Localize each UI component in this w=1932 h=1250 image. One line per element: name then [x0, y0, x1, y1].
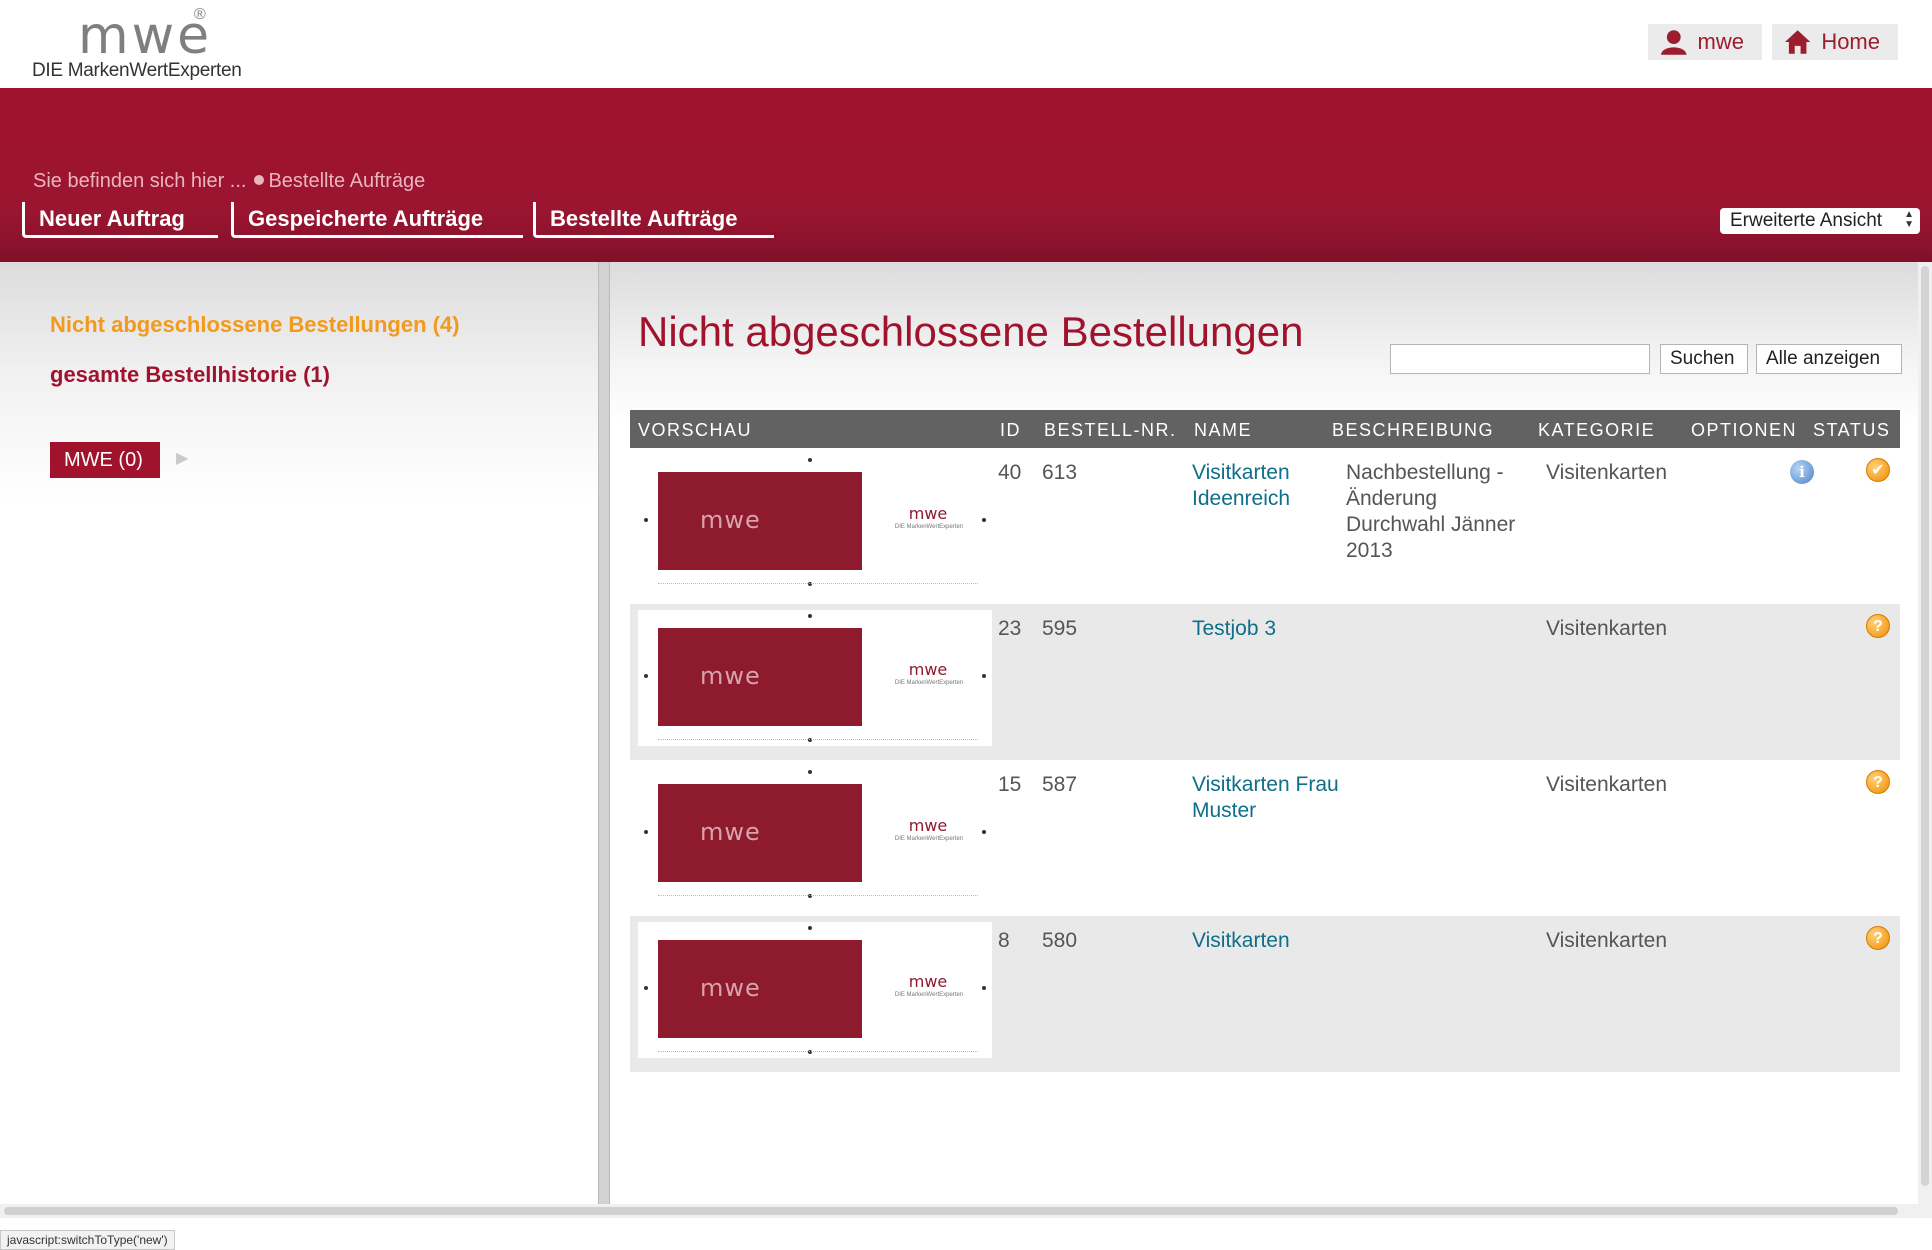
view-mode-value: Erweiterte Ansicht [1730, 210, 1883, 231]
check-circle-icon: ✔ [1866, 458, 1890, 482]
card-back-tagline: DIE MarkenWertExperten [894, 524, 964, 530]
select-arrows-icon: ▲ ▼ [1904, 209, 1914, 230]
cell-order-nr: 580 [1042, 929, 1078, 952]
card-back-logo: mwe [908, 660, 948, 679]
breadcrumb: Sie befinden sich hier ... Bestellte Auft… [33, 170, 425, 193]
user-button[interactable]: mwe [1648, 24, 1762, 60]
cell-category: Visitenkarten [1546, 773, 1668, 796]
breadcrumb-separator-icon [254, 175, 265, 185]
column-header-category: KATEGORIE [1538, 420, 1656, 440]
table-row[interactable]: mwe mwe DIE MarkenWertExperten 23 595 Te… [630, 604, 1900, 760]
show-all-button[interactable]: Alle anzeigen [1756, 344, 1902, 374]
cell-category: Visitenkarten [1546, 617, 1668, 640]
cell-id: 40 [998, 461, 1022, 484]
card-back-tagline: DIE MarkenWertExperten [894, 836, 964, 842]
client-filter-chip[interactable]: MWE (0) [50, 442, 160, 478]
business-card-preview[interactable]: mwe mwe DIE MarkenWertExperten [638, 766, 992, 902]
card-back-logo: mwe [908, 972, 948, 991]
question-circle-icon: ? [1866, 614, 1890, 638]
pane-splitter[interactable] [598, 262, 610, 1204]
vertical-scrollbar[interactable] [1918, 262, 1932, 1204]
navigation-band: Sie befinden sich hier ... Bestellte Auft… [0, 88, 1932, 262]
cell-description: Nachbestellung - Änderung Durchwahl Jänn… [1346, 461, 1516, 562]
scrollbar-thumb[interactable] [4, 1207, 1898, 1215]
cell-order-nr: 587 [1042, 773, 1078, 796]
card-front: mwe [658, 628, 862, 726]
card-logo: mwe [700, 818, 761, 846]
logo-tagline: DIE MarkenWertExperten [32, 60, 242, 81]
cell-name-link[interactable]: Testjob 3 [1192, 616, 1342, 642]
card-logo: mwe [700, 662, 761, 690]
column-header-id: ID [1000, 420, 1021, 440]
cell-id: 8 [998, 929, 1010, 952]
tab-saved-orders[interactable]: Gespeicherte Aufträge [231, 202, 523, 238]
logo-mark: mwe [78, 6, 213, 66]
horizontal-scrollbar[interactable] [0, 1204, 1932, 1218]
cell-name-link[interactable]: Visitkarten Frau Muster [1192, 772, 1342, 824]
tab-ordered-jobs[interactable]: Bestellte Aufträge [533, 202, 774, 238]
column-header-status: STATUS [1813, 420, 1891, 440]
card-back-logo: mwe [908, 504, 948, 523]
table-row[interactable]: mwe mwe DIE MarkenWertExperten 8 580 Vis… [630, 916, 1900, 1072]
cell-id: 23 [998, 617, 1022, 640]
home-icon [1784, 30, 1811, 54]
view-mode-select[interactable]: Erweiterte Ansicht ▲ ▼ [1720, 208, 1920, 234]
sidebar: Nicht abgeschlossene Bestellungen (4) ge… [0, 262, 598, 1204]
table-row[interactable]: mwe mwe DIE MarkenWertExperten 15 587 Vi… [630, 760, 1900, 916]
logo: mwe ® DIE MarkenWertExperten [30, 6, 250, 82]
card-back-logo: mwe [908, 816, 948, 835]
tab-new-order[interactable]: Neuer Auftrag [22, 202, 218, 238]
search-button[interactable]: Suchen [1660, 344, 1748, 374]
column-header-name: NAME [1194, 420, 1253, 440]
card-front: mwe [658, 472, 862, 570]
sidebar-link-order-history[interactable]: gesamte Bestellhistorie (1) [50, 362, 330, 388]
column-header-description: BESCHREIBUNG [1332, 420, 1495, 440]
home-button-label: Home [1821, 29, 1880, 54]
question-circle-icon: ? [1866, 770, 1890, 794]
user-icon [1660, 30, 1687, 55]
expand-arrow-icon[interactable]: ▶ [176, 448, 188, 468]
cell-name-link[interactable]: Visitkarten Ideenreich [1192, 460, 1342, 512]
sidebar-link-open-orders[interactable]: Nicht abgeschlossene Bestellungen (4) [50, 312, 460, 338]
business-card-preview[interactable]: mwe mwe DIE MarkenWertExperten [638, 922, 992, 1058]
business-card-preview[interactable]: mwe mwe DIE MarkenWertExperten [638, 610, 992, 746]
cell-id: 15 [998, 773, 1022, 796]
home-button[interactable]: Home [1772, 24, 1898, 60]
main-content: Nicht abgeschlossene Bestellungen Suchen… [610, 262, 1918, 1204]
cell-name-link[interactable]: Visitkarten [1192, 928, 1342, 954]
search-input[interactable] [1390, 344, 1650, 374]
breadcrumb-prefix: Sie befinden sich hier ... [33, 170, 247, 192]
cell-category: Visitenkarten [1546, 929, 1668, 952]
browser-status-bar: javascript:switchToType('new') [0, 1230, 175, 1250]
logo-registered: ® [194, 6, 206, 23]
card-front: mwe [658, 940, 862, 1038]
page-title: Nicht abgeschlossene Bestellungen [638, 308, 1304, 355]
column-header-order-nr: BESTELL-NR. [1044, 420, 1177, 440]
business-card-preview[interactable]: mwe mwe DIE MarkenWertExperten [638, 454, 992, 590]
cell-order-nr: 613 [1042, 461, 1078, 484]
table-row[interactable]: mwe mwe DIE MarkenWertExperten 40 613 Vi… [630, 448, 1900, 604]
question-circle-icon: ? [1866, 926, 1890, 950]
user-button-label: mwe [1697, 29, 1744, 54]
table-header: VORSCHAU ID BESTELL-NR. NAME BESCHREIBUN… [630, 410, 1900, 448]
card-logo: mwe [700, 506, 761, 534]
card-back-tagline: DIE MarkenWertExperten [894, 992, 964, 998]
info-icon[interactable]: i [1790, 460, 1814, 484]
card-logo: mwe [700, 974, 761, 1002]
column-header-preview: VORSCHAU [638, 420, 753, 440]
column-header-options: OPTIONEN [1691, 420, 1798, 440]
breadcrumb-current[interactable]: Bestellte Aufträge [268, 170, 425, 192]
scrollbar-thumb[interactable] [1921, 266, 1929, 1186]
card-front: mwe [658, 784, 862, 882]
cell-order-nr: 595 [1042, 617, 1078, 640]
cell-category: Visitenkarten [1546, 461, 1668, 484]
card-back-tagline: DIE MarkenWertExperten [894, 680, 964, 686]
